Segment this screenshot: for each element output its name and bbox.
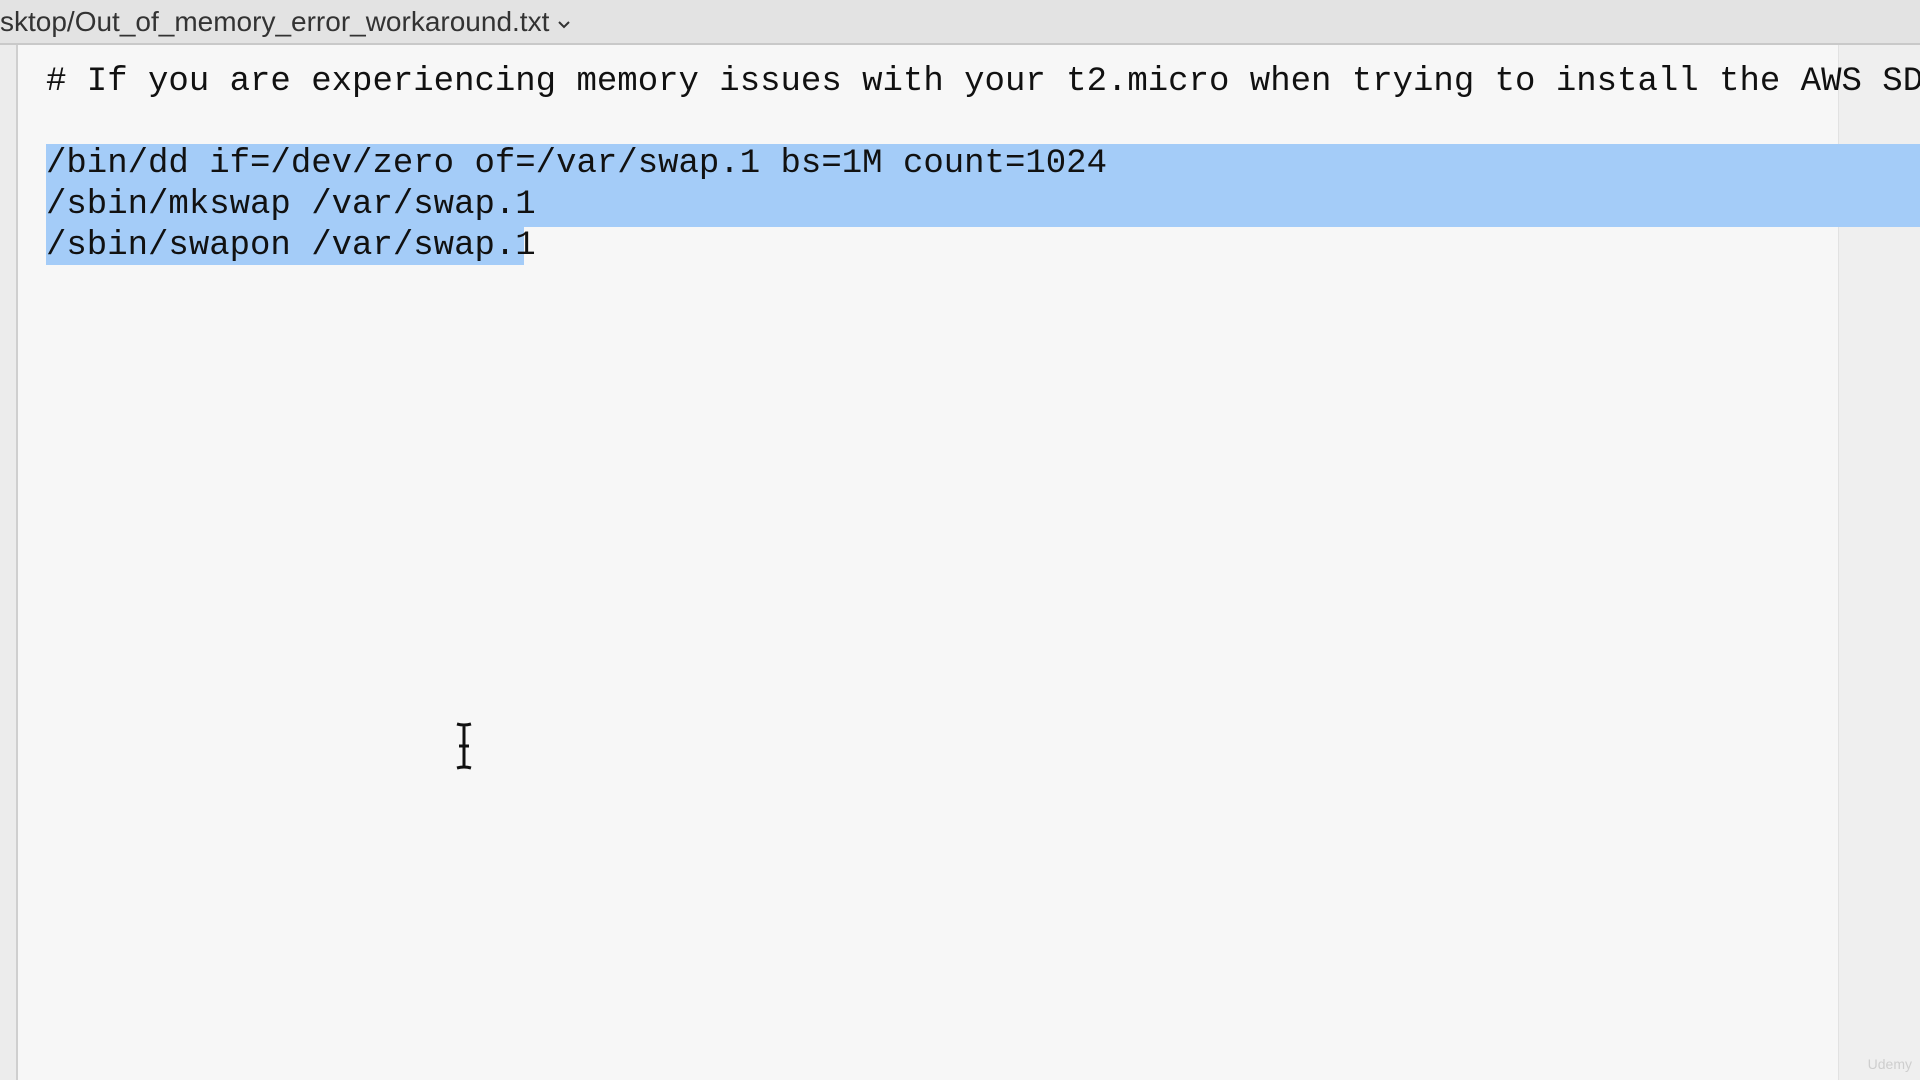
code-line-1[interactable]: # If you are experiencing memory issues … (46, 62, 1920, 103)
title-bar: sktop/Out_of_memory_error_workaround.txt (0, 0, 1920, 45)
code-line-3[interactable]: /bin/dd if=/dev/zero of=/var/swap.1 bs=1… (46, 144, 1107, 185)
text-cursor-icon (456, 722, 472, 770)
code-line-5[interactable]: /sbin/swapon /var/swap.1 (46, 226, 536, 267)
chevron-down-icon[interactable] (557, 17, 571, 31)
watermark-logo: Udemy (1867, 1056, 1912, 1072)
document-path-menu[interactable]: sktop/Out_of_memory_error_workaround.txt (0, 4, 571, 40)
code-line-4[interactable]: /sbin/mkswap /var/swap.1 (46, 185, 536, 226)
document-path: sktop/Out_of_memory_error_workaround.txt (0, 6, 550, 37)
editor-gutter (0, 45, 18, 1080)
